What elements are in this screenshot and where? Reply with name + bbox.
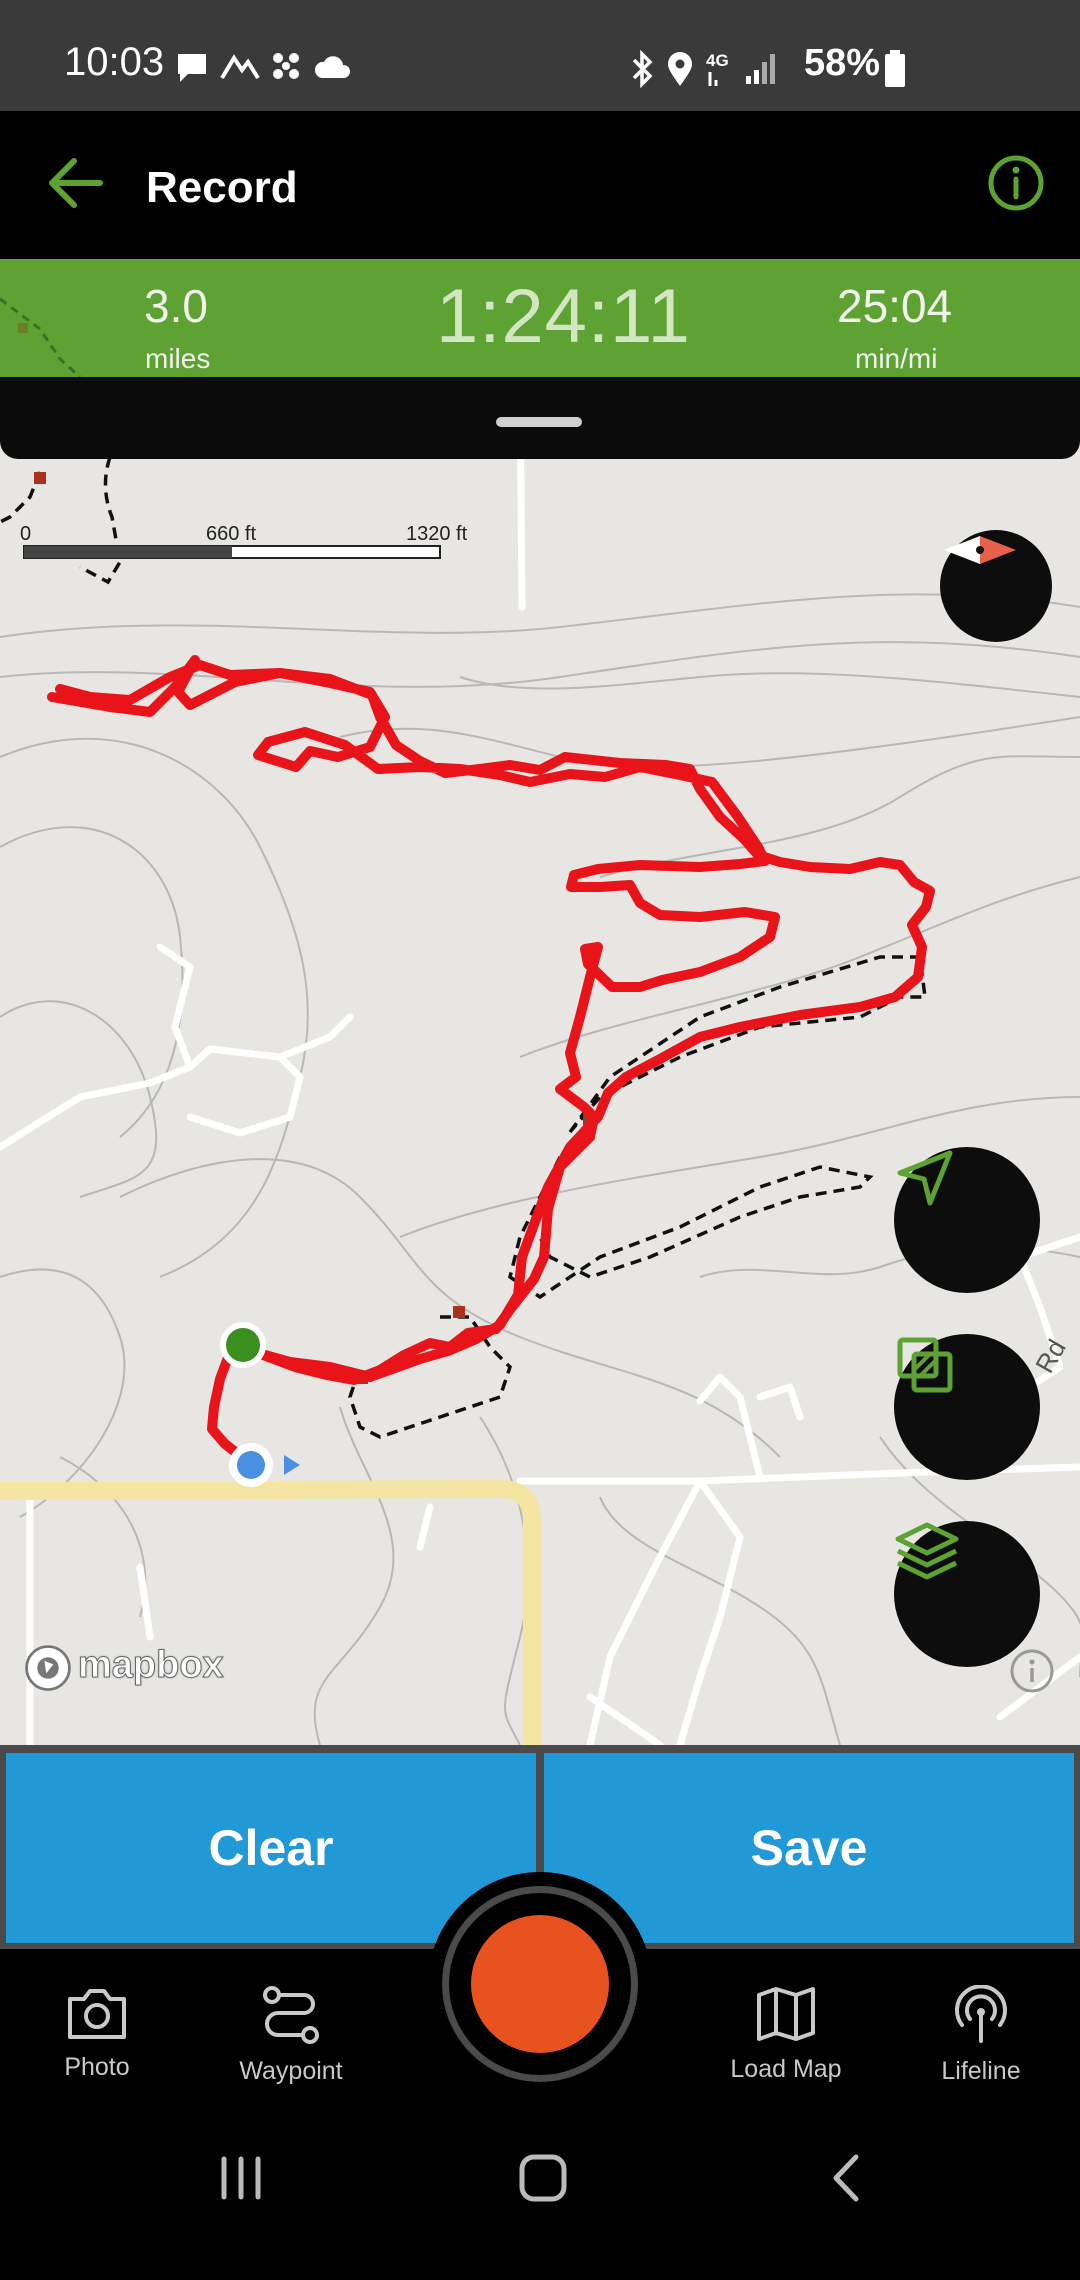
location-icon	[668, 52, 692, 86]
distance-unit: miles	[145, 343, 211, 374]
pace-value: 25:04	[837, 280, 953, 332]
page-title: Record	[146, 163, 298, 212]
message-icon	[178, 54, 206, 82]
nav-item-waypoint[interactable]: Waypoint	[211, 1985, 371, 2086]
nav-label-waypoint: Waypoint	[239, 2057, 343, 2085]
signal-icon	[746, 54, 775, 84]
battery-icon	[885, 50, 905, 87]
main-road	[0, 1479, 541, 1745]
attribution-info-icon[interactable]	[1008, 1647, 1056, 1695]
sheet-drag-handle[interactable]	[496, 417, 582, 427]
system-nav-bar	[0, 2105, 1080, 2280]
record-button-border	[442, 1886, 638, 2082]
compass-button[interactable]	[940, 530, 1052, 642]
dashed-trails	[0, 456, 927, 1439]
nav-item-load-map[interactable]: Load Map	[706, 1985, 866, 2084]
stats-sheet[interactable]	[0, 377, 1080, 459]
home-icon[interactable]	[518, 2153, 568, 2203]
road-label: Rd	[1029, 1334, 1072, 1378]
mountain-icon	[220, 54, 260, 80]
scale-label-end: 1320 ft	[406, 523, 468, 545]
mapbox-logo-icon	[25, 1645, 71, 1691]
stats-band: 3.0 miles 1:24:11 25:04 min/mi	[0, 259, 1080, 377]
map-overlay-button[interactable]	[894, 1334, 1040, 1480]
scale-label-start: 0	[20, 523, 32, 545]
map-view[interactable]: Rd 0 660 ft 1320 ft	[0, 377, 1080, 1745]
cloud-icon	[314, 56, 351, 78]
back-arrow-icon[interactable]	[40, 147, 112, 219]
lifeline-icon	[955, 1985, 1007, 2043]
map-icon	[757, 1987, 815, 2041]
navigation-arrow-icon	[897, 1150, 953, 1206]
app-bar: Record	[0, 111, 1080, 259]
locate-me-button[interactable]	[894, 1147, 1040, 1293]
battery-percentage: 58%	[804, 42, 881, 84]
bluetooth-icon	[632, 49, 653, 89]
nav-item-lifeline[interactable]: Lifeline	[901, 1985, 1061, 2086]
compass-icon	[944, 536, 1016, 564]
record-button-ring	[428, 1872, 652, 2096]
camera-icon	[68, 1989, 126, 2039]
mapbox-attribution: mapbox	[78, 1644, 225, 1687]
pace-unit: min/mi	[855, 343, 938, 374]
scale-label-mid: 660 ft	[206, 523, 257, 545]
current-location-marker	[229, 1443, 300, 1487]
nav-item-photo[interactable]: Photo	[17, 1985, 177, 2082]
elapsed-time: 1:24:11	[436, 274, 691, 359]
start-marker	[220, 1322, 266, 1368]
system-status-icons: 4G	[632, 49, 775, 89]
recorded-track	[47, 655, 935, 1476]
network-type: 4G	[706, 51, 729, 70]
distance-value: 3.0	[144, 280, 208, 332]
overlay-squares-icon	[897, 1337, 953, 1393]
scale-bar	[23, 545, 441, 559]
back-nav-icon[interactable]	[826, 2153, 866, 2203]
map-layers-button[interactable]	[894, 1521, 1040, 1667]
nav-label-load-map: Load Map	[730, 2055, 842, 2083]
layers-icon	[895, 1522, 959, 1580]
status-time: 10:03	[64, 40, 165, 84]
waypoint-icon	[263, 1986, 319, 2044]
trail-markers	[34, 472, 595, 1384]
recent-apps-icon[interactable]	[216, 2153, 266, 2203]
info-icon[interactable]	[984, 151, 1048, 215]
fan-icon	[273, 53, 299, 79]
notification-icons	[178, 53, 351, 82]
status-bar: 10:03 4G 58%	[0, 0, 1080, 111]
nav-label-lifeline: Lifeline	[941, 2057, 1021, 2085]
nav-label-photo: Photo	[64, 2053, 130, 2081]
record-button[interactable]	[471, 1915, 609, 2053]
